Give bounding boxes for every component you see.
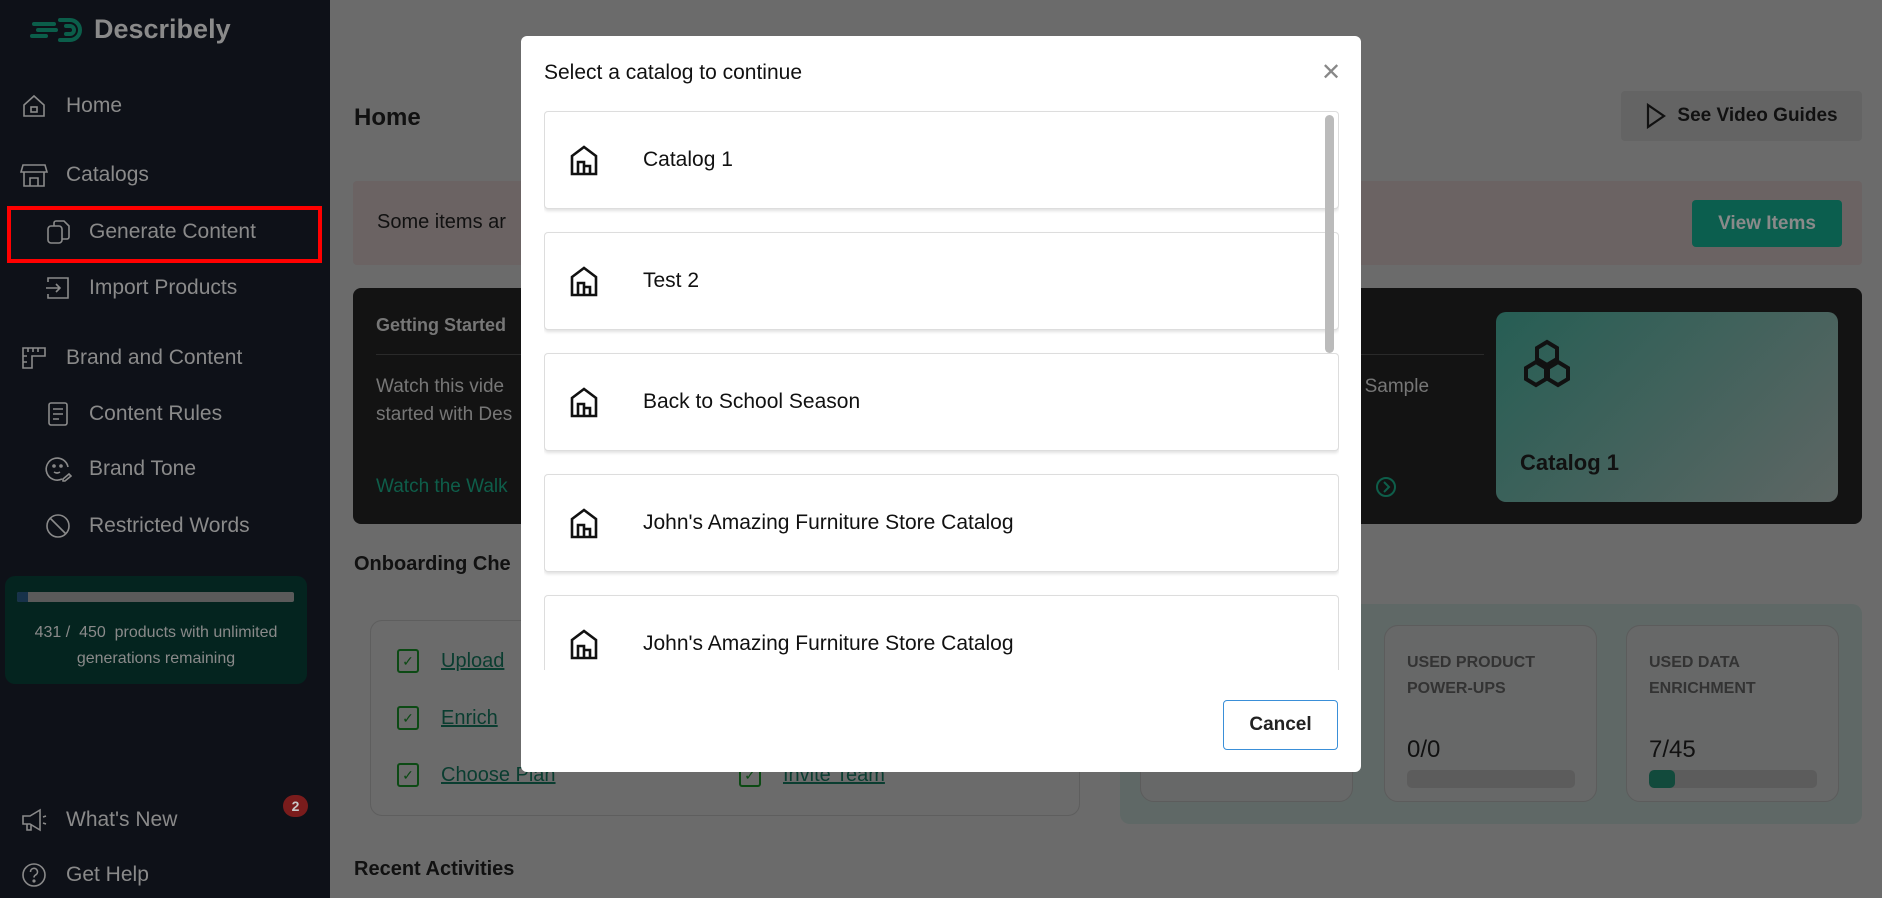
catalog-option[interactable]: John's Amazing Furniture Store Catalog [544,474,1339,572]
stat-card-data-enrichment: USED DATA ENRICHMENT 7/45 [1626,625,1839,802]
help-icon [22,863,46,887]
checkbox-checked-icon: ✓ [397,706,419,730]
onboarding-title: Onboarding Che [354,553,511,575]
select-catalog-dialog: Select a catalog to continue ✕ Catalog 1… [521,36,1361,772]
catalog-name: Back to School Season [643,390,861,413]
catalog-option[interactable]: Test 2 [544,232,1339,330]
import-icon [46,277,69,299]
notification-badge: 2 [283,795,308,817]
catalog-name: Catalog 1 [643,148,733,171]
sidebar-item-generate-content[interactable]: Generate Content [44,218,256,246]
checkbox-checked-icon: ✓ [397,763,419,787]
usage-label: products with unlimited generations rema… [76,624,278,667]
play-icon [1647,103,1667,129]
sidebar-item-whats-new[interactable]: What's New [20,806,177,834]
banner-text: Some items ar [377,211,506,233]
catalog-card-title: Catalog 1 [1520,450,1620,475]
sidebar-item-label: Generate Content [89,220,256,243]
logo[interactable]: Describely [30,14,231,45]
sidebar-item-label: Import Products [89,276,238,299]
sidebar-item-label: Content Rules [89,402,223,425]
page-title: Home [354,104,421,131]
home-icon [23,94,45,117]
catalog-option[interactable]: Back to School Season [544,353,1339,451]
view-items-button[interactable]: View Items [1692,200,1842,247]
catalog-name: Test 2 [643,269,700,292]
face-icon [45,457,72,482]
warehouse-icon [570,387,598,418]
button-label: See Video Guides [1677,105,1838,126]
stat-progress-bar [1649,770,1817,788]
stat-card-power-ups: USED PRODUCT POWER-UPS 0/0 [1384,625,1597,802]
stat-value: 0/0 [1407,736,1441,763]
sidebar-item-label: Get Help [66,863,149,886]
checklist-link[interactable]: Upload [441,650,504,673]
checklist-item[interactable]: ✓ Enrich [397,706,498,730]
sidebar-item-brand-and-content[interactable]: Brand and Content [20,344,242,372]
stat-label: USED PRODUCT POWER-UPS [1407,654,1536,697]
sidebar-item-catalogs[interactable]: Catalogs [20,161,149,189]
copy-icon [47,220,70,244]
catalog-list: Catalog 1 Test 2 Back to School Season John… [544,110,1339,670]
warehouse-icon [570,266,598,297]
sidebar-item-label: Catalogs [66,163,149,186]
logo-icon [30,17,82,42]
sidebar-item-home[interactable]: Home [20,92,122,120]
sidebar-item-label: Home [66,94,123,117]
stat-progress-bar [1407,770,1575,788]
sample-text: r Sample [1353,376,1430,397]
cubes-icon [1524,339,1570,388]
catalog-option[interactable]: Catalog 1 [544,111,1339,209]
brand-name: Describely [94,14,231,44]
stat-value: 7/45 [1649,736,1696,763]
usage-progress-bar [17,592,294,602]
store-icon [20,164,48,187]
megaphone-icon [22,808,47,832]
chevron-right-circle-icon[interactable] [1375,476,1397,498]
catalog-name: John's Amazing Furniture Store Catalog [643,632,1014,655]
document-icon [48,402,68,426]
sidebar: Describely Home Catalogs Generate Conten… [0,0,330,898]
getting-started-text: Watch this vide [376,376,505,397]
scrollbar[interactable] [1325,115,1334,353]
usage-progress-fill [17,592,29,602]
ban-icon [46,514,70,538]
sidebar-item-label: What's New [66,808,178,831]
catalog-card[interactable]: Catalog 1 [1496,312,1838,502]
catalog-option[interactable]: John's Amazing Furniture Store Catalog [544,595,1339,670]
warehouse-icon [570,629,598,660]
ruler-icon [22,347,46,369]
cancel-button[interactable]: Cancel [1223,700,1338,750]
usage-text: 431 / 450 products with unlimited genera… [34,624,278,667]
usage-total: 450 [79,624,106,641]
getting-started-title: Getting Started [376,315,507,335]
stat-label: USED DATA ENRICHMENT [1649,654,1756,697]
sidebar-item-label: Restricted Words [89,514,250,537]
checklist-link[interactable]: Enrich [441,707,498,730]
usage-card: 431 / 450 products with unlimited genera… [5,576,307,684]
getting-started-text: started with Des [376,404,513,425]
recent-activities-title: Recent Activities [354,858,515,880]
warehouse-icon [570,145,598,176]
watch-walkthrough-link[interactable]: Watch the Walk [376,476,508,498]
sidebar-item-import-products[interactable]: Import Products [44,274,237,302]
sidebar-item-get-help[interactable]: Get Help [20,861,149,889]
stat-progress-fill [1649,770,1676,788]
sidebar-item-brand-tone[interactable]: Brand Tone [44,455,196,483]
close-icon[interactable]: ✕ [1321,58,1341,87]
checkbox-checked-icon: ✓ [397,649,419,673]
see-video-guides-button[interactable]: See Video Guides [1621,91,1862,141]
sidebar-item-content-rules[interactable]: Content Rules [44,400,222,428]
sidebar-item-label: Brand and Content [66,346,243,369]
usage-used: 431 [34,624,62,641]
catalog-name: John's Amazing Furniture Store Catalog [643,511,1014,534]
sidebar-item-restricted-words[interactable]: Restricted Words [44,512,250,540]
dialog-title: Select a catalog to continue [544,61,803,84]
sidebar-item-label: Brand Tone [89,457,197,480]
checklist-item[interactable]: ✓ Upload [397,649,504,673]
warehouse-icon [570,508,598,539]
